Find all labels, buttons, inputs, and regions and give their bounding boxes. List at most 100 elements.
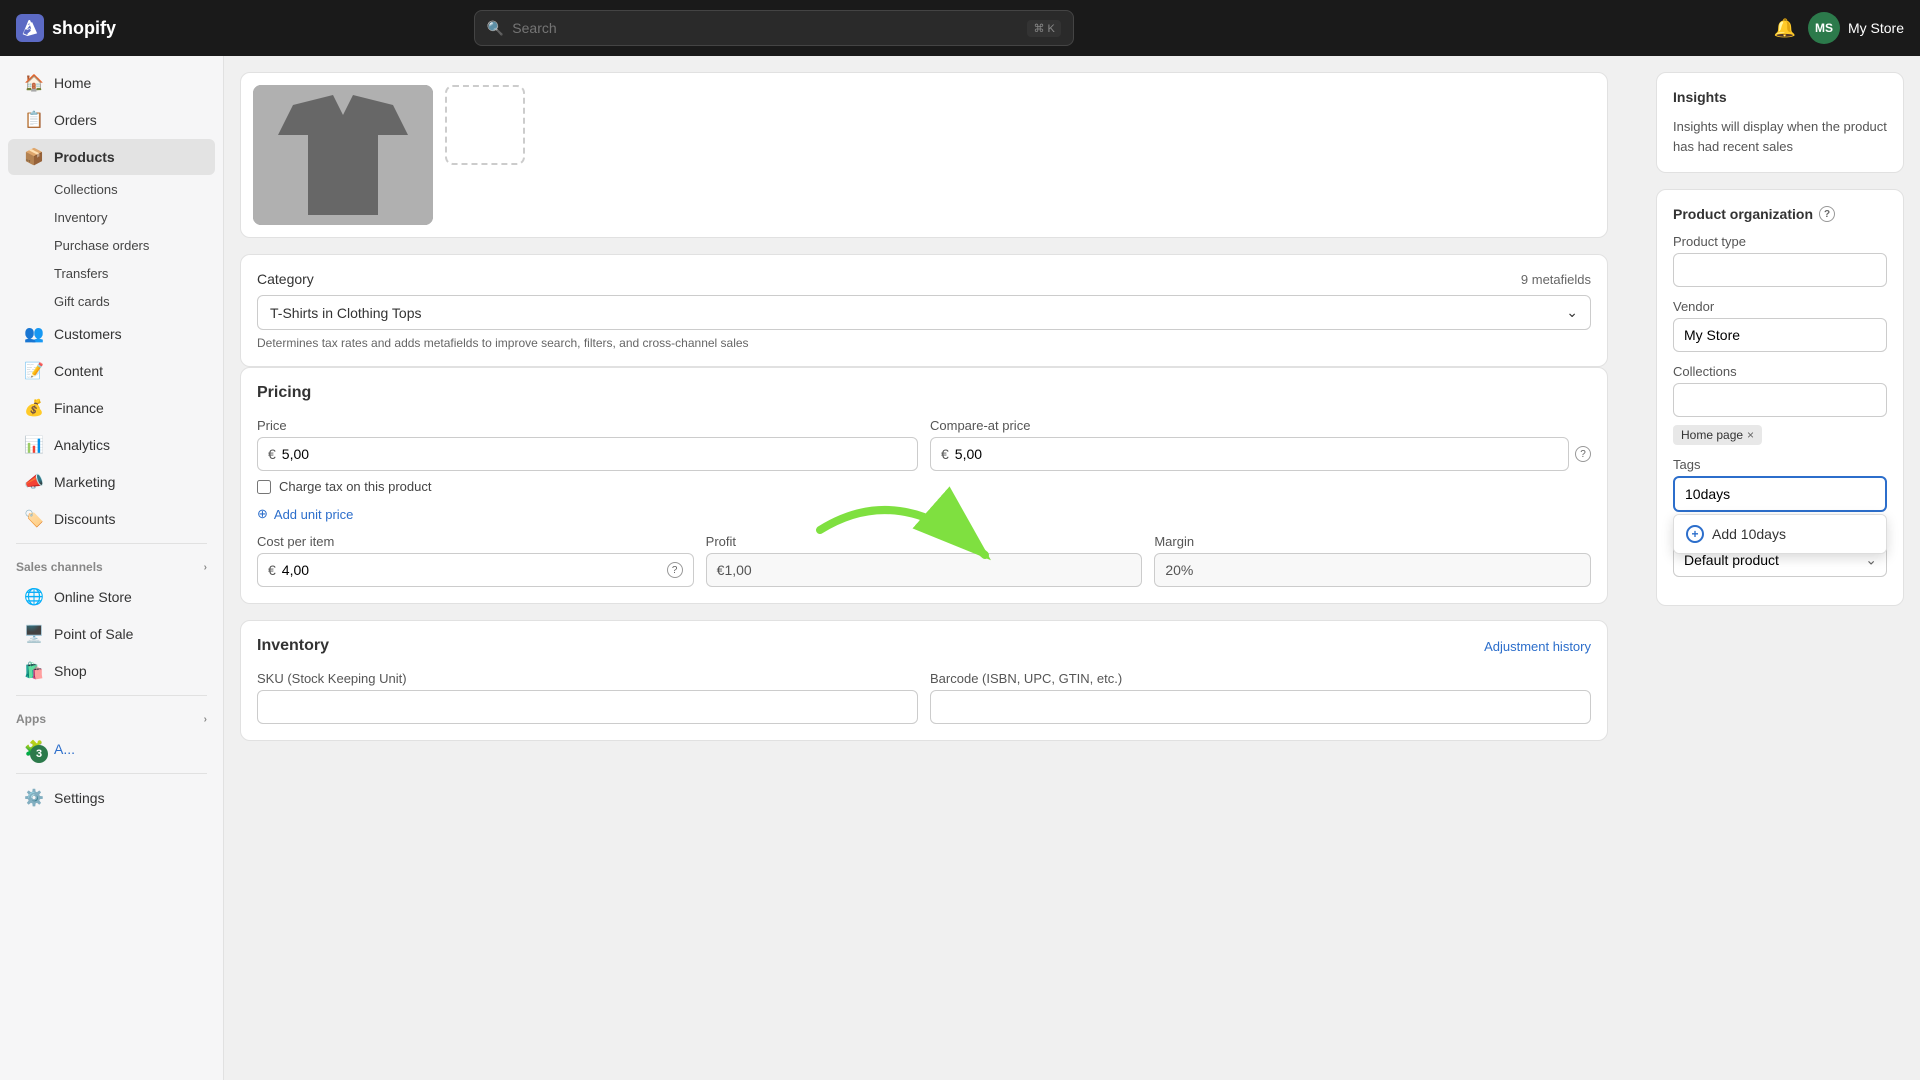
sidebar-item-orders[interactable]: 📋 Orders xyxy=(8,102,215,138)
sidebar-item-products[interactable]: 📦 Products xyxy=(8,139,215,175)
collections-tags: Home page × xyxy=(1673,425,1887,445)
product-type-label: Product type xyxy=(1673,234,1887,249)
collections-field: Collections Home page × xyxy=(1673,364,1887,445)
sidebar-item-customers[interactable]: 👥 Customers xyxy=(8,316,215,352)
apps-icon: 🧩 3 xyxy=(24,739,44,759)
sidebar-item-label: Online Store xyxy=(54,589,132,605)
sidebar-item-finance[interactable]: 💰 Finance xyxy=(8,390,215,426)
product-org-info-icon[interactable]: ? xyxy=(1819,206,1835,222)
pos-icon: 🖥️ xyxy=(24,624,44,644)
expand-icon[interactable]: › xyxy=(204,562,207,573)
sidebar-item-settings[interactable]: ⚙️ Settings xyxy=(8,780,215,816)
collection-tag-home-page: Home page × xyxy=(1673,425,1762,445)
cost-input[interactable] xyxy=(282,562,661,578)
sidebar-item-label: Shop xyxy=(54,663,87,679)
charge-tax-label: Charge tax on this product xyxy=(279,479,431,494)
search-input[interactable] xyxy=(512,20,1019,36)
product-image-main[interactable] xyxy=(253,85,433,225)
store-switcher[interactable]: MS My Store xyxy=(1808,12,1904,44)
gift-cards-label: Gift cards xyxy=(54,294,110,309)
sku-input-wrapper xyxy=(257,690,918,724)
avatar: MS xyxy=(1808,12,1840,44)
sidebar-item-collections[interactable]: Collections xyxy=(8,176,215,203)
sidebar-item-label: Content xyxy=(54,363,103,379)
sidebar-item-home[interactable]: 🏠 Home xyxy=(8,65,215,101)
category-header: Category 9 metafields xyxy=(257,271,1591,287)
barcode-input[interactable] xyxy=(941,699,1580,715)
sidebar-item-analytics[interactable]: 📊 Analytics xyxy=(8,427,215,463)
category-select[interactable]: T-Shirts in Clothing Tops ⌄ xyxy=(257,295,1591,330)
tags-label: Tags xyxy=(1673,457,1887,472)
insights-card: Insights Insights will display when the … xyxy=(1656,72,1904,173)
inventory-header: Inventory Adjustment history xyxy=(257,637,1591,655)
cost-currency: € xyxy=(268,562,276,578)
cost-label: Cost per item xyxy=(257,534,694,549)
search-icon: 🔍 xyxy=(487,20,504,37)
barcode-input-wrapper xyxy=(930,690,1591,724)
product-type-input[interactable] xyxy=(1673,253,1887,287)
sidebar-item-marketing[interactable]: 📣 Marketing xyxy=(8,464,215,500)
charge-tax-checkbox[interactable] xyxy=(257,480,271,494)
charge-tax-row: Charge tax on this product xyxy=(257,479,1591,494)
sidebar-item-transfers[interactable]: Transfers xyxy=(8,260,215,287)
cost-field: Cost per item € ? xyxy=(257,534,694,587)
sidebar-item-shop[interactable]: 🛍️ Shop xyxy=(8,653,215,689)
sidebar-item-discounts[interactable]: 🏷️ Discounts xyxy=(8,501,215,537)
sidebar-item-content[interactable]: 📝 Content xyxy=(8,353,215,389)
add-unit-price-button[interactable]: ⊕ Add unit price xyxy=(257,506,1591,522)
notifications-bell-icon[interactable]: 🔔 xyxy=(1774,18,1796,39)
tags-field: Tags + Add 10days xyxy=(1673,457,1887,512)
tags-dropdown-add-item[interactable]: + Add 10days xyxy=(1674,515,1886,553)
customers-icon: 👥 xyxy=(24,324,44,344)
sidebar-item-online-store[interactable]: 🌐 Online Store xyxy=(8,579,215,615)
adjustment-history-link[interactable]: Adjustment history xyxy=(1484,639,1591,654)
cost-info-icon[interactable]: ? xyxy=(667,562,683,578)
category-label: Category xyxy=(257,271,314,287)
compare-price-info-icon[interactable]: ? xyxy=(1575,446,1591,462)
compare-price-field: Compare-at price € ? xyxy=(930,418,1591,471)
sidebar-item-gift-cards[interactable]: Gift cards xyxy=(8,288,215,315)
profit-value: €1,00 xyxy=(717,562,752,578)
tags-input[interactable] xyxy=(1673,476,1887,512)
sidebar-item-label: Analytics xyxy=(54,437,110,453)
sku-label: SKU (Stock Keeping Unit) xyxy=(257,671,918,686)
sidebar-item-point-of-sale[interactable]: 🖥️ Point of Sale xyxy=(8,616,215,652)
main-content: Category 9 metafields T-Shirts in Clothi… xyxy=(224,56,1920,1080)
sku-input[interactable] xyxy=(268,699,907,715)
search-shortcut: ⌘ K xyxy=(1027,20,1060,37)
sidebar-item-label: Home xyxy=(54,75,91,91)
tags-dropdown: + Add 10days xyxy=(1673,514,1887,554)
price-label: Price xyxy=(257,418,918,433)
apps-expand-icon[interactable]: › xyxy=(204,714,207,725)
category-hint: Determines tax rates and adds metafields… xyxy=(257,336,1591,350)
compare-price-input[interactable] xyxy=(955,446,1558,462)
insights-title: Insights xyxy=(1673,89,1887,105)
apps-badge: 3 xyxy=(30,745,48,763)
margin-field: Margin 20% xyxy=(1154,534,1591,587)
add-unit-icon: ⊕ xyxy=(257,506,268,522)
online-store-icon: 🌐 xyxy=(24,587,44,607)
tag-close-icon[interactable]: × xyxy=(1747,428,1754,442)
vendor-input[interactable] xyxy=(1673,318,1887,352)
barcode-label: Barcode (ISBN, UPC, GTIN, etc.) xyxy=(930,671,1591,686)
store-name: My Store xyxy=(1848,20,1904,36)
tag-label: Home page xyxy=(1681,428,1743,442)
sidebar-item-purchase-orders[interactable]: Purchase orders xyxy=(8,232,215,259)
cost-input-wrapper: € ? xyxy=(257,553,694,587)
search-bar[interactable]: 🔍 ⌘ K xyxy=(474,10,1074,46)
sidebar-item-label: Finance xyxy=(54,400,104,416)
product-image-placeholder[interactable] xyxy=(445,85,525,165)
sidebar-item-apps[interactable]: 🧩 3 A... xyxy=(8,731,215,767)
sales-channels-label: Sales channels xyxy=(16,560,103,574)
settings-icon: ⚙️ xyxy=(24,788,44,808)
sidebar-item-label: Customers xyxy=(54,326,122,342)
tags-dropdown-item-label: Add 10days xyxy=(1712,526,1786,542)
price-input-wrapper: € xyxy=(257,437,918,471)
price-input[interactable] xyxy=(282,446,907,462)
discounts-icon: 🏷️ xyxy=(24,509,44,529)
collections-input[interactable] xyxy=(1673,383,1887,417)
add-unit-label: Add unit price xyxy=(274,507,354,522)
sidebar-item-inventory[interactable]: Inventory xyxy=(8,204,215,231)
sidebar-item-label: Products xyxy=(54,149,115,165)
inventory-label: Inventory xyxy=(54,210,107,225)
